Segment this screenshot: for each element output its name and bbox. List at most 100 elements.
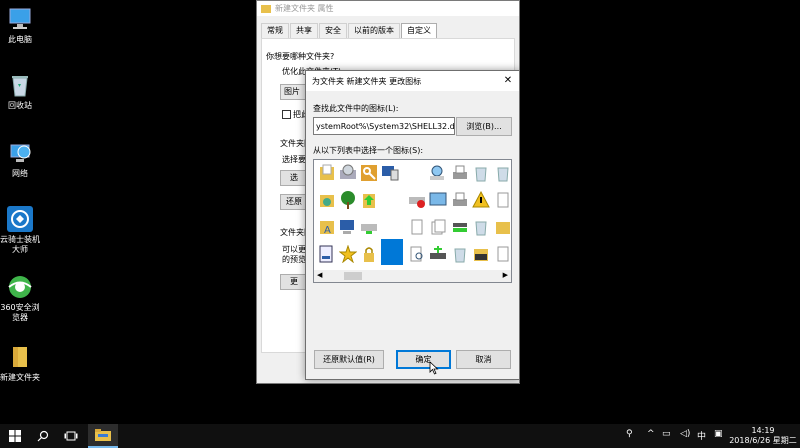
recycle-bin-full-icon[interactable] (494, 164, 511, 182)
start-button[interactable] (0, 424, 30, 448)
recycle-bin-icon (7, 72, 33, 98)
restore-default-image-button[interactable]: 还原 (280, 194, 308, 210)
monitor-icon[interactable] (429, 191, 447, 209)
desktop-icon-label: 云骑士装机大师 (0, 235, 40, 254)
recycle-icon[interactable] (451, 245, 469, 263)
folder-small-icon (261, 4, 271, 13)
close-button[interactable]: ✕ (501, 74, 515, 88)
notification-icon[interactable]: ▣ (714, 429, 723, 439)
folder-open-icon[interactable] (472, 245, 490, 263)
printer-icon[interactable] (451, 164, 469, 182)
windows-logo-icon (9, 430, 21, 442)
yunqishi-app-icon (7, 206, 33, 232)
search-icon (37, 430, 49, 442)
chevron-up-icon[interactable]: ^ (647, 429, 655, 439)
svg-text:A: A (324, 225, 331, 236)
properties-titlebar[interactable]: 新建文件夹 属性 (257, 1, 519, 16)
desktop-icon-360-browser[interactable]: 360安全浏览器 (0, 274, 40, 323)
tab-security[interactable]: 安全 (319, 23, 347, 38)
desktop-computer-icon[interactable] (339, 218, 357, 236)
people-icon[interactable]: ⚲ (626, 429, 633, 439)
desktop-icon-label: 回收站 (8, 101, 32, 110)
folder-doc-icon[interactable] (318, 164, 336, 182)
file-explorer-taskbar-button[interactable] (88, 424, 118, 448)
desktop-icon-network[interactable]: 网络 (0, 140, 40, 179)
desktop-icon-new-folder[interactable]: 新建文件夹 (0, 344, 40, 383)
dialog-titlebar[interactable]: 为文件夹 新建文件夹 更改图标 ✕ (306, 71, 519, 91)
desktop-icon-recycle-bin[interactable]: 回收站 (0, 72, 40, 111)
360-browser-icon (7, 274, 33, 300)
drive-stack-icon[interactable] (451, 218, 469, 236)
program-window-icon[interactable] (318, 245, 336, 263)
desktop-icon-label: 此电脑 (8, 35, 32, 44)
cancel-button[interactable]: 取消 (456, 350, 511, 369)
folder-network-icon[interactable] (318, 191, 336, 209)
disk-error-icon[interactable] (408, 191, 426, 209)
choose-file-button[interactable]: 选 (280, 170, 308, 186)
tab-general[interactable]: 常规 (261, 23, 289, 38)
text-document-icon[interactable] (494, 245, 511, 263)
desktop-icon-this-pc[interactable]: 此电脑 (0, 6, 40, 45)
apply-subfolders-checkbox[interactable] (282, 110, 291, 119)
search-icon[interactable] (429, 164, 447, 182)
printer-network-icon[interactable] (451, 191, 469, 209)
tree-icon[interactable] (339, 191, 357, 209)
taskbar: ⚲ ^ ▭ ◁) 中 ▣ 14:19 2018/6/26 星期二 (0, 424, 800, 448)
scroll-left-icon[interactable]: ◀ (317, 271, 322, 279)
folder-type-question: 你想要哪种文件夹? (266, 52, 335, 61)
ime-icon[interactable]: 中 (697, 429, 706, 442)
restore-defaults-button[interactable]: 还原默认值(R) (314, 350, 384, 369)
tab-previous-versions[interactable]: 以前的版本 (348, 23, 400, 38)
close-icon: ✕ (503, 75, 513, 86)
folder-icon (7, 344, 33, 370)
folder-icon[interactable] (494, 218, 511, 236)
change-icon-dialog[interactable]: 为文件夹 新建文件夹 更改图标 ✕ 查找此文件中的图标(L): ystemRoo… (305, 70, 520, 380)
search-button[interactable] (30, 424, 56, 448)
search-document-icon[interactable] (408, 245, 426, 263)
desktop-icon-yunqishi[interactable]: 云骑士装机大师 (0, 206, 40, 255)
tab-sharing[interactable]: 共享 (290, 23, 318, 38)
task-view-icon (64, 431, 78, 441)
folder-up-icon[interactable] (360, 191, 378, 209)
properties-title: 新建文件夹 属性 (275, 4, 334, 13)
file-explorer-icon (95, 429, 111, 441)
computer-icon (7, 6, 33, 32)
clock[interactable]: 14:19 2018/6/26 星期二 (728, 426, 798, 446)
task-view-button[interactable] (58, 424, 84, 448)
desktop-icon-label: 360安全浏览器 (0, 303, 40, 322)
computer-screen-icon[interactable] (381, 164, 399, 182)
warning-icon[interactable] (472, 190, 490, 209)
network-drive-icon[interactable] (360, 218, 378, 236)
selected-icon-tile[interactable] (381, 239, 403, 265)
icon-file-path-input[interactable]: ystemRoot%\System32\SHELL32.dll (313, 117, 455, 135)
font-folder-icon[interactable]: A (318, 218, 336, 236)
scroll-right-icon[interactable]: ▶ (503, 271, 508, 279)
disk-drive-icon[interactable] (339, 164, 357, 182)
icon-list-label: 从以下列表中选择一个图标(S): (313, 146, 424, 155)
desktop-icon-label: 新建文件夹 (0, 373, 40, 382)
clock-time: 14:19 (751, 426, 775, 435)
network-status-icon[interactable]: ▭ (662, 429, 671, 439)
browse-button[interactable]: 浏览(B)... (456, 117, 512, 136)
key-icon[interactable] (360, 164, 378, 182)
tab-customize[interactable]: 自定义 (401, 23, 437, 38)
star-icon[interactable] (338, 244, 358, 264)
recycle-bin-icon[interactable] (472, 164, 490, 182)
network-icon (7, 140, 33, 166)
properties-tabs: 常规 共享 安全 以前的版本 自定义 (261, 23, 438, 38)
icon-list[interactable]: A ◀ ▶ (313, 159, 512, 283)
volume-icon[interactable]: ◁) (680, 429, 690, 439)
copy-document-icon[interactable] (429, 218, 447, 236)
add-drive-icon[interactable] (429, 245, 447, 263)
find-icon-label: 查找此文件中的图标(L): (313, 104, 399, 113)
recycle-bin-empty-icon[interactable] (472, 218, 490, 236)
change-icon-button[interactable]: 更 (280, 274, 308, 290)
blank-document-icon[interactable] (408, 218, 426, 236)
dialog-title: 为文件夹 新建文件夹 更改图标 (312, 76, 422, 86)
document-icon[interactable] (494, 191, 511, 209)
desktop-icon-label: 网络 (12, 169, 28, 178)
lock-icon[interactable] (360, 245, 378, 263)
scrollbar-thumb[interactable] (344, 272, 362, 280)
ok-button[interactable]: 确定 (396, 350, 451, 369)
icon-list-hscrollbar[interactable]: ◀ ▶ (314, 270, 511, 282)
